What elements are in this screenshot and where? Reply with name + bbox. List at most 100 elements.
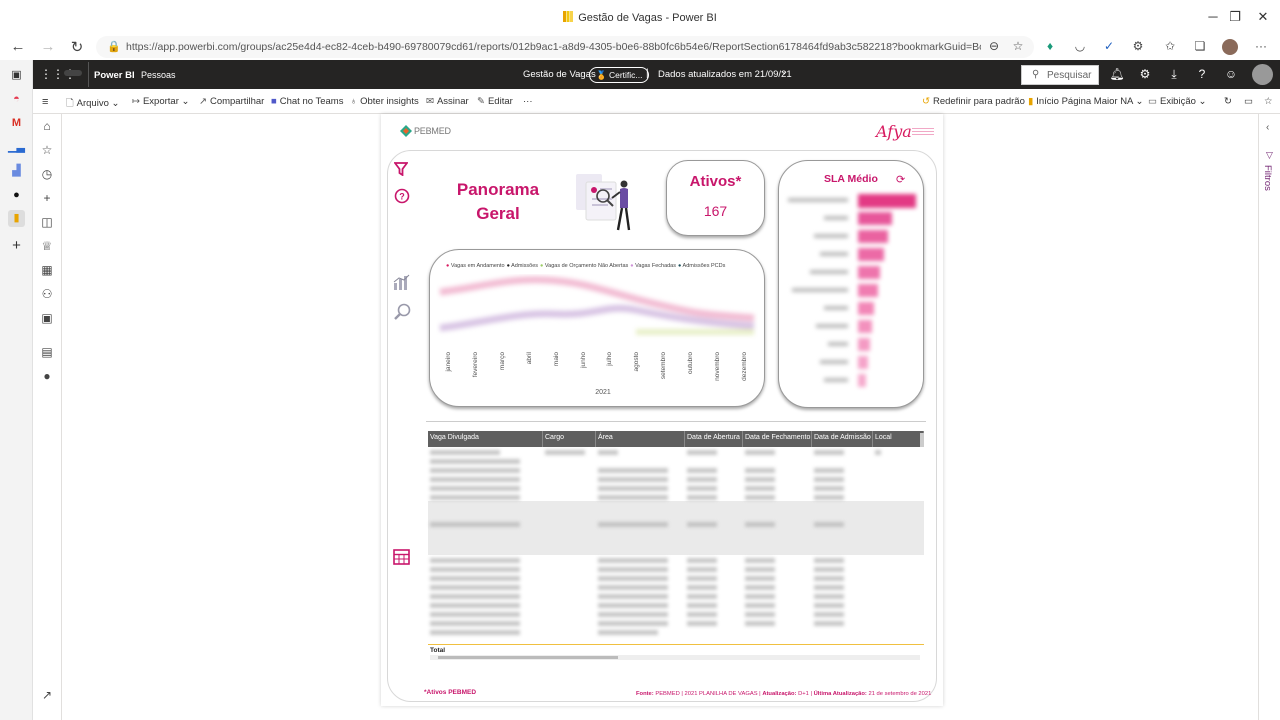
table-row[interactable] [428,501,924,510]
github-icon[interactable]: ● [8,187,25,204]
subscribe-button[interactable]: ✉ Assinar [426,96,469,107]
tabs-icon[interactable]: ▣ [8,67,25,84]
sla-bar-chart[interactable] [784,188,920,402]
recent-icon[interactable]: ◷ [39,167,55,181]
table-row[interactable] [428,519,924,528]
check-extension-icon[interactable]: ✓ [1099,39,1119,53]
favorite-add-icon[interactable]: ☆ [1008,39,1028,53]
view-menu[interactable]: ▭ Exibição ⌄ [1148,96,1207,107]
data-updated-text[interactable]: Dados atualizados em 21/09/21 [658,69,792,80]
table-row[interactable] [428,492,924,501]
insights-button[interactable]: ♁ Obter insights [350,96,419,107]
column-header[interactable]: Local [873,431,924,447]
table-row[interactable] [428,510,924,519]
expand-nav-icon[interactable]: ↗ [39,688,55,702]
download-icon[interactable]: ⤓ [1165,67,1183,82]
close-button[interactable]: ✕ [1248,9,1278,25]
legend-item[interactable]: ● Vagas em Andamento [446,263,505,269]
refresh-visuals-icon[interactable]: ↻ [1224,96,1232,107]
table-row[interactable] [428,573,924,582]
back-icon[interactable]: ← [7,38,29,55]
table-row[interactable] [428,582,924,591]
filter-toggle-icon[interactable] [393,162,409,179]
zoom-icon[interactable]: ⊖ [984,39,1004,53]
shared-icon[interactable]: ⚇ [39,287,55,301]
column-header[interactable]: Cargo [543,431,596,447]
reset-default-button[interactable]: ↺ Redefinir para padrão [922,96,1025,107]
collections-icon[interactable]: ❏ [1190,39,1210,53]
goals-icon[interactable]: ♕ [39,239,55,253]
table-row[interactable] [428,609,924,618]
table-row[interactable] [428,537,924,546]
add-sidebar-icon[interactable]: + [8,237,25,254]
legend-item[interactable]: ● Vagas Fechadas [630,263,676,269]
table-row[interactable] [428,591,924,600]
current-workspace-icon[interactable]: ● [39,369,55,383]
exportar-menu[interactable]: ↦ Exportar ⌄ [132,96,189,107]
workspaces-icon[interactable]: ▤ [39,345,55,359]
help-circle-icon[interactable]: ? [394,188,410,209]
table-row[interactable] [428,618,924,627]
refresh-icon[interactable]: ↻ [66,38,88,56]
url-text[interactable]: https://app.powerbi.com/groups/ac25e4d4-… [126,41,981,53]
scrollbar-thumb[interactable] [438,656,618,659]
table-row[interactable] [428,465,924,474]
filters-label[interactable]: Filtros [1262,165,1273,191]
pocket-icon[interactable]: ◡ [1070,39,1090,53]
favorite-icon[interactable]: ☆ [1264,96,1273,107]
chart-app-icon[interactable]: ▟ [8,163,25,180]
account-avatar[interactable] [1252,64,1273,85]
powerbi-brand[interactable]: Power BI [94,70,135,81]
datasets-icon[interactable]: ◫ [39,215,55,229]
more-options-button[interactable]: ··· [523,96,533,107]
table-row[interactable] [428,528,924,537]
home-icon[interactable]: ⌂ [39,119,55,133]
more-icon[interactable]: ··· [1251,39,1271,53]
share-button[interactable]: ↗ Compartilhar [199,96,264,107]
table-row[interactable] [428,447,924,456]
arquivo-menu[interactable]: 🗋 Arquivo ⌄ [66,96,119,112]
column-header[interactable]: Data de Admissão [812,431,873,447]
learn-icon[interactable]: ▣ [39,311,55,325]
gmail-icon[interactable]: M [8,115,25,132]
settings-icon[interactable]: ⚙ [1136,67,1154,81]
chevron-down-icon[interactable]: ⌄ [780,66,788,77]
legend-item[interactable]: ● Vagas de Orçamento Não Abertas [540,263,628,269]
table-row[interactable] [428,546,924,555]
line-chart-plot[interactable] [436,274,758,352]
column-header[interactable]: Data de Fechamento [743,431,812,447]
lock-icon[interactable]: 🔒 [107,40,121,53]
column-header[interactable]: Data de Abertura [685,431,743,447]
report-title[interactable]: Gestão de Vagas [523,69,596,80]
magnifier-nav-icon[interactable] [394,303,412,326]
filters-pane[interactable] [1258,114,1280,720]
bookmark-menu[interactable]: ▮ Início Página Maior NA ⌄ [1028,96,1143,107]
comments-icon[interactable]: ▭ [1244,96,1253,107]
table-row[interactable] [428,474,924,483]
create-icon[interactable]: + [39,191,55,205]
sync-icon[interactable]: ⟳ [896,173,905,186]
maximize-button[interactable]: ❐ [1220,9,1250,25]
table-row[interactable] [428,483,924,492]
legend-item[interactable]: ● Admissões [507,263,538,269]
feedback-icon[interactable]: ☺ [1222,67,1240,81]
table-vertical-scrollbar[interactable] [920,433,924,447]
table-nav-icon[interactable] [393,549,410,570]
kpi-card-ativos[interactable] [666,160,765,236]
chart-nav-icon[interactable] [393,274,411,297]
forward-icon[interactable]: → [37,38,59,55]
pocket-sidebar-icon[interactable]: ◓ [8,91,25,108]
table-row[interactable] [428,627,924,636]
table-row[interactable] [428,600,924,609]
teams-chat-button[interactable]: ■ Chat no Teams [271,96,343,107]
apps-icon[interactable]: ▦ [39,263,55,277]
workspace-link[interactable]: Pessoas [141,70,176,80]
extensions-icon[interactable]: ⚙ [1128,39,1148,53]
legend-item[interactable]: ● Admissões PCDs [678,263,725,269]
search-input[interactable]: ⚲ Pesquisar [1021,65,1099,85]
column-header[interactable]: Vaga Divulgada [428,431,543,447]
table-row[interactable] [428,456,924,465]
vagas-table[interactable]: Vaga Divulgada Cargo Área Data de Abertura D… [428,431,924,636]
powerbi-sidebar-icon[interactable]: ▮ [8,210,25,227]
certified-badge[interactable]: 🏅 Certific... [589,67,650,83]
